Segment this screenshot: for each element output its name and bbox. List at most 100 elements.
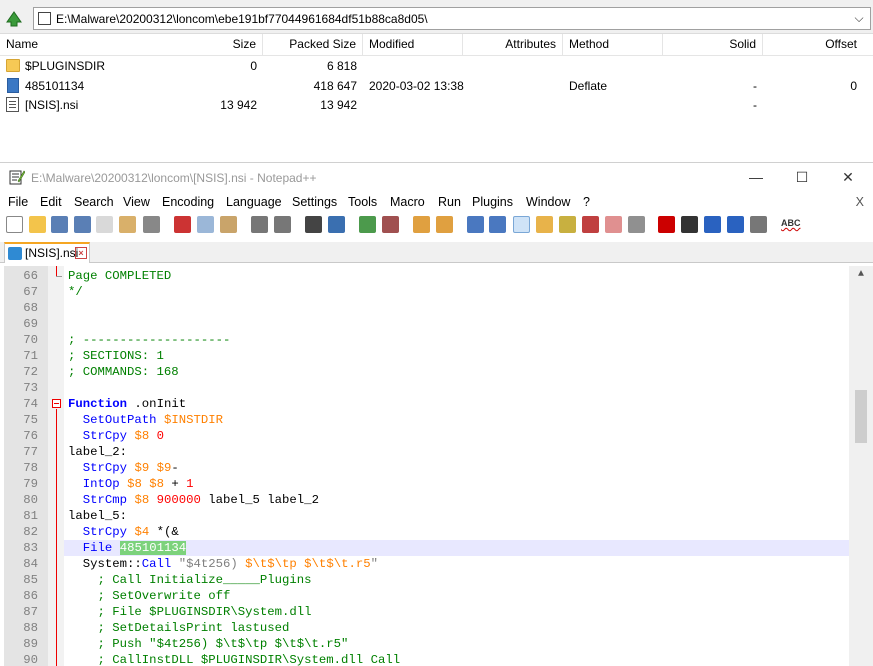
file-solid: - (753, 79, 757, 93)
sync-vertical-icon[interactable] (413, 216, 430, 233)
vertical-scrollbar[interactable]: ▲ (849, 266, 873, 666)
close-document-button[interactable]: X (856, 195, 864, 209)
paste-icon[interactable] (220, 216, 237, 233)
up-folder-icon[interactable] (4, 8, 24, 28)
undo-icon[interactable] (251, 216, 268, 233)
spell-check-icon[interactable]: ABC (781, 216, 801, 233)
code-line[interactable]: SetOutPath $INSTDIR (68, 412, 223, 428)
sync-horizontal-icon[interactable] (436, 216, 453, 233)
code-line[interactable]: ; Call Initialize_____Plugins (68, 572, 312, 588)
code-line[interactable]: ; SECTIONS: 1 (68, 348, 164, 364)
code-line[interactable]: */ (68, 284, 83, 300)
code-line[interactable]: Page COMPLETED (68, 268, 171, 284)
chevron-down-icon[interactable]: ⌵ (850, 8, 868, 29)
code-line[interactable]: ; CallInstDLL $PLUGINSDIR\System.dll Cal… (68, 652, 401, 666)
column-modified[interactable]: Modified (363, 34, 463, 56)
menu-tools[interactable]: Tools (348, 195, 377, 209)
menu-macro[interactable]: Macro (390, 195, 425, 209)
document-map-icon[interactable] (559, 216, 576, 233)
new-file-icon[interactable] (6, 216, 23, 233)
path-input[interactable]: E:\Malware\20200312\loncom\ebe191bf77044… (33, 7, 871, 30)
column-offset[interactable]: Offset (763, 34, 863, 56)
menu-run[interactable]: Run (438, 195, 461, 209)
replace-icon[interactable] (328, 216, 345, 233)
notepadpp-window: E:\Malware\20200312\loncom\[NSIS].nsi - … (0, 162, 873, 666)
zoom-out-icon[interactable] (382, 216, 399, 233)
print-icon[interactable] (143, 216, 160, 233)
code-line[interactable]: ; SetDetailsPrint lastused (68, 620, 290, 636)
menu-search[interactable]: Search (74, 195, 114, 209)
code-line[interactable]: ; Push "$4t256) $\t$\tp $\t$\t.r5" (68, 636, 349, 652)
close-tab-icon[interactable]: × (75, 247, 87, 259)
file-row[interactable]: $PLUGINSDIR 0 6 818 (0, 56, 873, 76)
column-packed-size[interactable]: Packed Size (263, 34, 363, 56)
close-button[interactable]: ✕ (825, 163, 871, 193)
column-size[interactable]: Size (180, 34, 263, 56)
find-icon[interactable] (305, 216, 322, 233)
file-size: 13 942 (220, 98, 257, 112)
tab-nsis-nsi[interactable]: [NSIS].nsi × (4, 242, 90, 263)
column-attributes[interactable]: Attributes (463, 34, 563, 56)
zoom-in-icon[interactable] (359, 216, 376, 233)
copy-icon[interactable] (197, 216, 214, 233)
menu-view[interactable]: View (123, 195, 150, 209)
code-line[interactable]: label_5: (68, 508, 127, 524)
close-all-icon[interactable] (119, 216, 136, 233)
line-number: 83 (23, 541, 38, 555)
file-name: 485101134 (25, 79, 85, 93)
file-icon (7, 78, 19, 93)
save-all-icon[interactable] (74, 216, 91, 233)
code-line[interactable]: IntOp $8 $8 + 1 (68, 476, 194, 492)
menu-help[interactable]: ? (583, 195, 590, 209)
word-wrap-icon[interactable] (467, 216, 484, 233)
monitoring-icon[interactable] (628, 216, 645, 233)
indent-guide-icon[interactable] (513, 216, 530, 233)
code-line[interactable]: StrCpy $9 $9- (68, 460, 179, 476)
minimize-button[interactable]: — (733, 163, 779, 193)
close-file-icon[interactable] (96, 216, 113, 233)
language-udl-icon[interactable] (536, 216, 553, 233)
run-macro-multiple-icon[interactable] (727, 216, 744, 233)
fold-toggle-icon[interactable] (52, 399, 61, 408)
menu-window[interactable]: Window (526, 195, 570, 209)
save-macro-icon[interactable] (750, 216, 767, 233)
menu-file[interactable]: File (8, 195, 28, 209)
menu-language[interactable]: Language (226, 195, 282, 209)
menu-settings[interactable]: Settings (292, 195, 337, 209)
stop-macro-icon[interactable] (681, 216, 698, 233)
show-all-characters-icon[interactable] (489, 216, 506, 233)
redo-icon[interactable] (274, 216, 291, 233)
code-line[interactable]: label_2: (68, 444, 127, 460)
record-macro-icon[interactable] (658, 216, 675, 233)
file-packed-size: 13 942 (320, 98, 357, 112)
save-icon[interactable] (51, 216, 68, 233)
code-line[interactable]: ; COMMANDS: 168 (68, 364, 179, 380)
code-line[interactable]: ; -------------------- (68, 332, 230, 348)
open-file-icon[interactable] (29, 216, 46, 233)
scroll-thumb[interactable] (855, 390, 867, 443)
folder-as-workspace-icon[interactable] (605, 216, 622, 233)
menu-plugins[interactable]: Plugins (472, 195, 513, 209)
code-line[interactable]: System::Call "$4t256) $\t$\tp $\t$\t.r5" (68, 556, 378, 572)
column-method[interactable]: Method (563, 34, 663, 56)
cut-icon[interactable] (174, 216, 191, 233)
code-line[interactable]: Function .onInit (68, 396, 186, 412)
play-macro-icon[interactable] (704, 216, 721, 233)
code-line[interactable]: StrCpy $8 0 (68, 428, 164, 444)
column-solid[interactable]: Solid (663, 34, 763, 56)
code-line[interactable]: ; File $PLUGINSDIR\System.dll (68, 604, 312, 620)
file-row[interactable]: 485101134 418 647 2020-03-02 13:38 Defla… (0, 76, 873, 96)
menu-encoding[interactable]: Encoding (162, 195, 214, 209)
scroll-up-icon[interactable]: ▲ (849, 266, 873, 283)
file-row[interactable]: [NSIS].nsi 13 942 13 942 - (0, 95, 873, 115)
code-line[interactable]: ; SetOverwrite off (68, 588, 231, 604)
code-editor[interactable]: 66 Page COMPLETED 67 */ 68 69 70 ; ------------… (0, 266, 873, 666)
line-number: 72 (23, 365, 38, 379)
code-line[interactable]: StrCpy $4 *(& (68, 524, 179, 540)
code-line[interactable]: File 485101134 (68, 540, 187, 556)
menu-edit[interactable]: Edit (40, 195, 62, 209)
file-packed-size: 6 818 (326, 59, 357, 73)
code-line[interactable]: StrCmp $8 900000 label_5 label_2 (68, 492, 319, 508)
function-list-icon[interactable] (582, 216, 599, 233)
maximize-button[interactable]: ☐ (779, 163, 825, 193)
